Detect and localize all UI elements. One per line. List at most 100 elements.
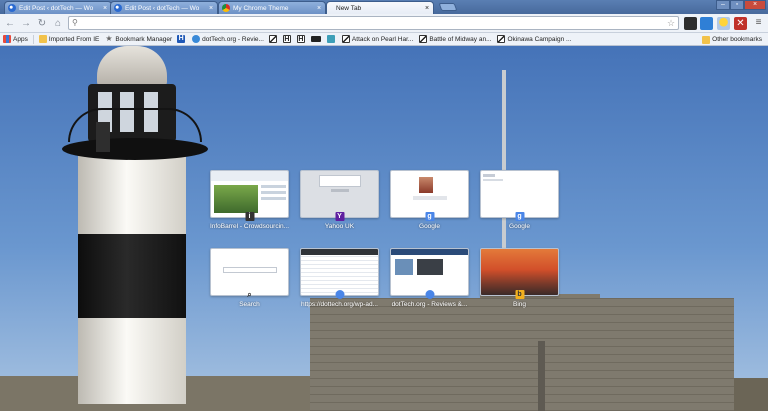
- bing-icon: b: [515, 290, 524, 299]
- most-visited-tile[interactable]: i InfoBarrel - Crowdsourcin...: [210, 170, 289, 230]
- forward-button[interactable]: →: [18, 15, 34, 31]
- bookmark-h-2[interactable]: H: [295, 33, 309, 45]
- tab-my-chrome-theme[interactable]: My Chrome Theme ×: [218, 1, 326, 14]
- weather-icon[interactable]: [717, 17, 730, 30]
- close-icon[interactable]: ×: [424, 5, 430, 12]
- folder-extension-icon[interactable]: [700, 17, 713, 30]
- tile-label[interactable]: Yahoo UK: [295, 223, 385, 230]
- h-icon: H: [282, 35, 291, 43]
- most-visited-tile[interactable]: g Google: [480, 170, 559, 230]
- bookmark-h-1[interactable]: H: [281, 33, 295, 45]
- bookmark-label: Imported From IE: [48, 35, 100, 43]
- bookmark-imported-from-ie[interactable]: Imported From IE: [36, 33, 103, 45]
- other-bookmarks[interactable]: Other bookmarks: [699, 33, 765, 46]
- fort-pipe: [538, 341, 545, 411]
- tile-label[interactable]: Search: [205, 301, 295, 308]
- minimize-button[interactable]: –: [716, 0, 730, 10]
- yahoo-icon: Y: [335, 212, 344, 221]
- google-icon: g: [515, 212, 524, 221]
- folder-icon: [38, 35, 47, 43]
- back-button[interactable]: ←: [2, 15, 18, 31]
- bookmark-label: Attack on Pearl Har...: [351, 35, 414, 43]
- bookmark-globe[interactable]: [325, 33, 339, 45]
- google-icon: g: [425, 212, 434, 221]
- most-visited-tile[interactable]: b Bing: [480, 248, 559, 308]
- tab-edit-post-1[interactable]: Edit Post ‹ dotTech — Wo ×: [4, 1, 112, 14]
- lighthouse-railing: [68, 108, 202, 142]
- tile-label[interactable]: dotTech.org - Reviews &...: [385, 301, 475, 308]
- bookmark-manager[interactable]: ★ Bookmark Manager: [102, 33, 175, 45]
- flag-icon: [419, 35, 428, 43]
- flag-icon: [341, 35, 350, 43]
- bookmark-star-icon[interactable]: ☆: [667, 19, 675, 28]
- bookmark-midway[interactable]: Battle of Midway an...: [416, 33, 494, 45]
- toolbar: ← → ↻ ⌂ ⚲ ☆ ✕ ≡: [0, 14, 768, 33]
- folder-icon: [702, 35, 711, 44]
- maximize-button[interactable]: ▫: [730, 0, 744, 10]
- bookmark-dottech[interactable]: dotTech.org - Revie...: [189, 33, 267, 45]
- reload-button[interactable]: ↻: [34, 15, 50, 31]
- chrome-icon: [222, 4, 230, 12]
- lighthouse-gallery: [62, 138, 208, 160]
- tile-label[interactable]: https://dottech.org/wp-ad...: [295, 301, 385, 308]
- bookmark-apps[interactable]: Apps: [0, 33, 31, 45]
- blue-h-icon: H: [177, 35, 186, 43]
- tab-title: My Chrome Theme: [233, 4, 289, 12]
- omnibox[interactable]: ⚲ ☆: [68, 16, 679, 30]
- new-tab-button[interactable]: [438, 3, 458, 11]
- tile-label[interactable]: Google: [475, 223, 565, 230]
- tile-label[interactable]: Google: [385, 223, 475, 230]
- bookmark-pearl-harbor[interactable]: Attack on Pearl Har...: [339, 33, 416, 45]
- lighthouse-roof: [97, 46, 167, 86]
- bookmark-okinawa[interactable]: Okinawa Campaign ...: [494, 33, 574, 45]
- tile-thumbnail[interactable]: [210, 248, 289, 296]
- home-button[interactable]: ⌂: [50, 15, 66, 31]
- most-visited-tile[interactable]: https://dottech.org/wp-ad...: [300, 248, 379, 308]
- most-visited-tile[interactable]: Y Yahoo UK: [300, 170, 379, 230]
- globe-icon: [326, 35, 335, 43]
- window-close-button[interactable]: ×: [744, 0, 766, 10]
- star-icon: ★: [105, 34, 113, 43]
- tile-thumbnail[interactable]: [390, 248, 469, 296]
- tile-thumbnail[interactable]: [300, 170, 379, 218]
- bookmark-label: Bookmark Manager: [115, 35, 173, 43]
- flag-icon: [497, 35, 506, 43]
- omnibox-input[interactable]: [80, 19, 667, 27]
- stone-fort: [310, 298, 734, 411]
- close-icon[interactable]: ×: [102, 5, 108, 12]
- close-icon[interactable]: ×: [208, 5, 214, 12]
- wordpress-icon: [114, 4, 122, 12]
- bookmark-label: Apps: [13, 35, 28, 43]
- globe-icon: [425, 290, 434, 299]
- bookmark-label: dotTech.org - Revie...: [202, 35, 264, 43]
- tile-thumbnail[interactable]: [480, 170, 559, 218]
- tab-title: New Tab: [336, 4, 362, 12]
- bookmark-flag-1[interactable]: [267, 33, 281, 45]
- close-icon[interactable]: ×: [316, 5, 322, 12]
- menu-icon[interactable]: ≡: [752, 17, 765, 30]
- tile-thumbnail[interactable]: [210, 170, 289, 218]
- tile-label[interactable]: Bing: [475, 301, 565, 308]
- bookmark-dark[interactable]: [309, 33, 325, 45]
- bookmark-h-blue[interactable]: H: [175, 33, 189, 45]
- bookmark-label: Okinawa Campaign ...: [507, 35, 572, 43]
- block-extension-icon[interactable]: ✕: [734, 17, 747, 30]
- lighthouse-door: [96, 122, 110, 152]
- globe-icon: [335, 290, 344, 299]
- most-visited-tile[interactable]: g Google: [390, 170, 469, 230]
- bookmarks-bar: Apps Imported From IE ★ Bookmark Manager…: [0, 33, 768, 46]
- tab-new-tab[interactable]: New Tab ×: [326, 1, 434, 14]
- flag-icon: [268, 35, 277, 43]
- extension-dark-icon[interactable]: [684, 17, 697, 30]
- tile-thumbnail[interactable]: [390, 170, 469, 218]
- wordpress-icon: [8, 4, 16, 12]
- tile-thumbnail[interactable]: [300, 248, 379, 296]
- bookmark-label: Battle of Midway an...: [429, 35, 492, 43]
- tile-label[interactable]: InfoBarrel - Crowdsourcin...: [205, 223, 295, 230]
- lighthouse-tower: [78, 154, 186, 404]
- tab-edit-post-2[interactable]: Edit Post ‹ dotTech — Wo ×: [110, 1, 218, 14]
- most-visited-tile[interactable]: ⌕ Search: [210, 248, 289, 308]
- most-visited-tile[interactable]: dotTech.org - Reviews &...: [390, 248, 469, 308]
- tile-thumbnail[interactable]: [480, 248, 559, 296]
- dottech-icon: [192, 35, 201, 43]
